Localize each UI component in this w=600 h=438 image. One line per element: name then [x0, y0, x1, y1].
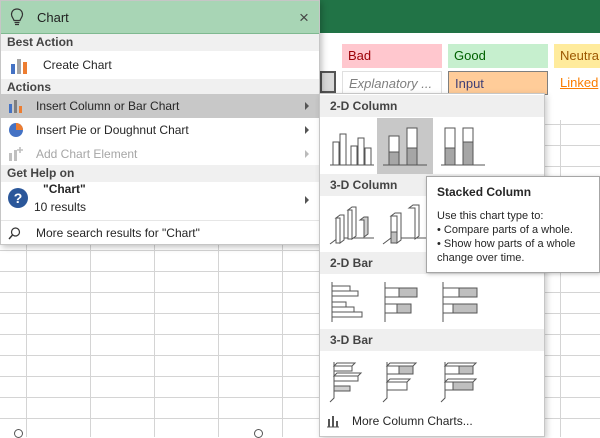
- cell-styles-gallery: Bad Good Neutra Explanatory ... Input Li…: [320, 40, 600, 100]
- column-chart-icon: [327, 416, 339, 428]
- tooltip-line-2: • Compare parts of a whole.: [437, 224, 573, 236]
- chart-icon: [11, 59, 27, 74]
- clustered-bar-icon: [331, 282, 363, 322]
- section-best-action: Best Action: [1, 34, 319, 51]
- create-chart-label: Create Chart: [43, 58, 112, 72]
- style-bad-label: Bad: [348, 48, 372, 63]
- style-explanatory-label: Explanatory ...: [349, 76, 433, 91]
- lightbulb-icon: [10, 8, 24, 26]
- insert-column-bar-label: Insert Column or Bar Chart: [36, 99, 180, 113]
- add-chart-element-label: Add Chart Element: [36, 147, 138, 161]
- style-neutral[interactable]: Neutra: [554, 44, 600, 68]
- help-results: 10 results: [34, 200, 87, 214]
- style-good[interactable]: Good: [448, 44, 548, 68]
- insert-column-bar-item[interactable]: Insert Column or Bar Chart: [1, 94, 319, 118]
- column-chart-icon: [9, 100, 22, 113]
- 100-stacked-bar-tile[interactable]: [435, 274, 491, 330]
- more-search-results-item[interactable]: More search results for "Chart": [1, 220, 319, 244]
- insert-pie-label: Insert Pie or Doughnut Chart: [36, 123, 189, 137]
- help-title: "Chart": [43, 182, 86, 196]
- chevron-right-icon: [305, 150, 309, 158]
- style-input-label: Input: [455, 76, 484, 91]
- chevron-right-icon: [305, 196, 309, 204]
- search-box[interactable]: Chart ×: [1, 1, 319, 34]
- style-swatch[interactable]: [320, 71, 336, 93]
- 100-stacked-column-tile[interactable]: [435, 118, 491, 174]
- search-query[interactable]: Chart: [37, 10, 69, 25]
- create-chart-item[interactable]: Create Chart: [1, 52, 319, 78]
- close-icon[interactable]: ×: [299, 8, 309, 28]
- clustered-bar-tile[interactable]: [324, 274, 380, 330]
- section-2d-column: 2-D Column: [320, 95, 544, 117]
- 3d-stacked-bar-icon: [382, 362, 418, 403]
- stacked-column-tooltip: Stacked Column Use this chart type to: •…: [426, 176, 600, 273]
- 3d-clustered-bar-icon: [329, 362, 363, 403]
- tooltip-line-1: Use this chart type to:: [437, 210, 544, 222]
- section-3d-bar: 3-D Bar: [320, 329, 544, 351]
- tell-me-panel: Chart × Best Action Create Chart Actions…: [0, 0, 320, 245]
- section-get-help: Get Help on: [1, 165, 319, 182]
- stacked-column-tile[interactable]: [377, 118, 433, 174]
- 100-stacked-bar-icon: [442, 282, 478, 322]
- 3d-clustered-column-tile[interactable]: [324, 196, 380, 252]
- clustered-column-tile[interactable]: [324, 118, 380, 174]
- 3d-100-stacked-bar-tile[interactable]: [435, 352, 491, 408]
- more-column-charts-item[interactable]: More Column Charts...: [320, 406, 544, 436]
- 3d-clustered-bar-tile[interactable]: [324, 352, 380, 408]
- style-neutral-label: Neutra: [560, 48, 600, 63]
- tooltip-line-3: • Show how parts of a whole: [437, 238, 576, 250]
- 3d-100-stacked-bar-icon: [440, 362, 478, 403]
- tooltip-title: Stacked Column: [437, 185, 532, 199]
- stacked-bar-tile[interactable]: [377, 274, 433, 330]
- more-column-charts-label: More Column Charts...: [352, 414, 473, 428]
- help-icon: ?: [8, 188, 28, 208]
- 3d-stacked-column-tile[interactable]: [377, 196, 433, 252]
- help-item[interactable]: ? "Chart" 10 results: [1, 181, 319, 219]
- 3d-clustered-column-icon: [329, 206, 374, 245]
- chevron-right-icon: [305, 126, 309, 134]
- add-chart-element-item[interactable]: Add Chart Element: [1, 142, 319, 166]
- 100-stacked-column-icon: [441, 127, 485, 166]
- style-bad[interactable]: Bad: [342, 44, 442, 68]
- style-linked-label: Linked: [560, 75, 599, 90]
- tooltip-line-4: change over time.: [437, 252, 525, 264]
- style-good-label: Good: [454, 48, 486, 63]
- style-input[interactable]: Input: [448, 71, 548, 95]
- 3d-stacked-bar-tile[interactable]: [377, 352, 433, 408]
- clustered-column-icon: [330, 133, 374, 166]
- insert-pie-item[interactable]: Insert Pie or Doughnut Chart: [1, 118, 319, 142]
- stacked-bar-icon: [384, 282, 418, 322]
- style-linked[interactable]: Linked: [554, 71, 600, 95]
- pie-chart-icon: [9, 123, 23, 137]
- chevron-right-icon: [305, 102, 309, 110]
- svg-text:?: ?: [14, 190, 23, 206]
- 3d-stacked-column-icon: [382, 204, 427, 245]
- chart-element-icon: [9, 147, 23, 161]
- style-explanatory[interactable]: Explanatory ...: [342, 71, 442, 95]
- stacked-column-icon: [383, 127, 427, 166]
- search-icon: [8, 227, 21, 240]
- more-search-results-label: More search results for "Chart": [36, 226, 200, 240]
